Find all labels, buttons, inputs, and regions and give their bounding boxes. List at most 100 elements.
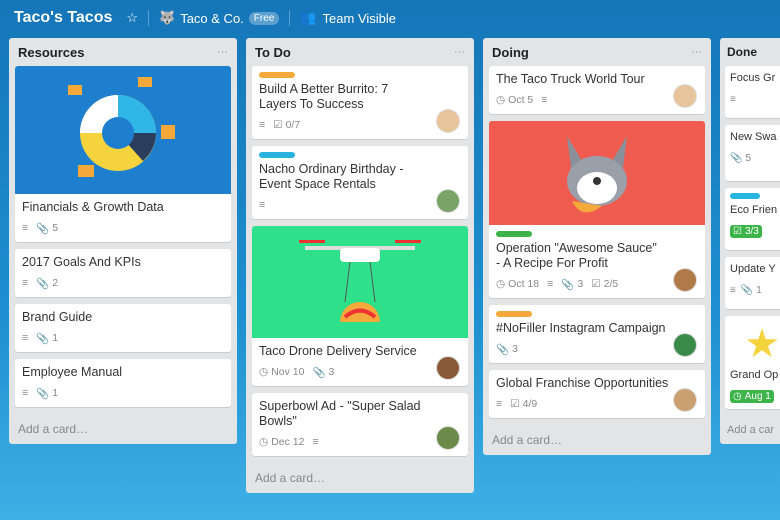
due-date: Nov 10 (271, 366, 305, 378)
attachment-icon: 📎 (496, 343, 510, 356)
card-title: 2017 Goals And KPIs (22, 255, 141, 269)
description-icon: ≡ (22, 222, 29, 234)
card-title: Build A Better Burrito: 7 Layers To Succ… (259, 82, 389, 111)
card-title: Financials & Growth Data (22, 200, 164, 214)
description-icon: ≡ (730, 284, 736, 296)
attachment-icon: 📎 (36, 332, 50, 345)
card-title: Brand Guide (22, 310, 93, 324)
due-date: Dec 12 (271, 436, 305, 448)
list-to-do: To Do ··· Build A Better Burrito: 7 Layer… (246, 38, 474, 493)
attachment-icon: 📎 (740, 284, 754, 296)
attachment-count: 3 (512, 343, 518, 355)
attachment-icon: 📎 (312, 366, 326, 379)
add-card-button[interactable]: Add a card… (252, 463, 468, 485)
card[interactable]: Taco Drone Delivery Service ◷ Nov 10 📎 3 (252, 226, 468, 386)
star-icon[interactable]: ☆ (126, 10, 138, 26)
avatar[interactable] (436, 189, 460, 213)
add-card-button[interactable]: Add a car (725, 416, 780, 436)
label-green (496, 231, 532, 237)
card[interactable]: The Taco Truck World Tour ◷ Oct 5 ≡ (489, 66, 705, 114)
label-orange (259, 72, 295, 78)
plan-badge: Free (248, 11, 280, 25)
card-title: Employee Manual (22, 365, 123, 379)
card[interactable]: Update Y ≡ 📎 1 (725, 257, 780, 309)
card[interactable]: Financials & Growth Data ≡ 📎 5 (15, 66, 231, 242)
card[interactable]: Brand Guide ≡ 📎 1 (15, 304, 231, 352)
clock-icon: ◷ (259, 366, 269, 378)
card[interactable]: #NoFiller Instagram Campaign 📎 3 (489, 305, 705, 363)
label-blue (259, 152, 295, 158)
add-card-button[interactable]: Add a card… (489, 425, 705, 447)
description-icon: ≡ (22, 277, 29, 289)
board-title[interactable]: Taco's Tacos (14, 9, 112, 27)
card[interactable]: Global Franchise Opportunities ≡ ☑ 4/9 (489, 370, 705, 418)
attachment-icon: 📎 (561, 278, 575, 291)
checklist-icon: ☑ (591, 278, 601, 290)
description-icon: ≡ (547, 278, 554, 290)
more-icon[interactable]: ··· (691, 46, 702, 58)
avatar[interactable] (436, 356, 460, 380)
card[interactable]: Focus Gr ≡ (725, 66, 780, 118)
card[interactable]: Operation "Awesome Sauce" - A Recipe For… (489, 121, 705, 298)
divider (289, 10, 291, 26)
avatar[interactable] (436, 109, 460, 133)
description-icon: ≡ (730, 93, 736, 105)
checklist-icon: ☑ (510, 398, 520, 410)
due-date: Oct 5 (508, 94, 534, 106)
card[interactable]: ★ Grand Op ◷ Aug 1 (725, 316, 780, 409)
card[interactable]: Nacho Ordinary Birthday - Event Space Re… (252, 146, 468, 219)
checklist-icon: ☑ (273, 119, 283, 131)
card-title: #NoFiller Instagram Campaign (496, 321, 666, 335)
checklist-count: 2/5 (603, 278, 619, 290)
avatar[interactable] (436, 426, 460, 450)
clock-icon: ◷ (733, 390, 742, 402)
avatar[interactable] (673, 84, 697, 108)
card[interactable]: 2017 Goals And KPIs ≡ 📎 2 (15, 249, 231, 297)
list-title[interactable]: Doing (492, 45, 529, 60)
card[interactable]: Superbowl Ad - "Super Salad Bowls" ◷ Dec … (252, 393, 468, 456)
team-icon: 👥 (300, 10, 317, 25)
card[interactable]: Eco Frien ☑ 3/3 (725, 188, 780, 250)
card[interactable]: New Swa 📎 5 (725, 125, 780, 181)
card-title: Grand Op (730, 369, 779, 381)
list-done: Done Focus Gr ≡ New Swa 📎 5 Eco Frien ☑ 3/… (720, 38, 780, 444)
add-card-button[interactable]: Add a card… (15, 414, 231, 436)
list-title[interactable]: Resources (18, 45, 84, 60)
drone-cover-image (252, 226, 468, 338)
divider (148, 10, 150, 26)
checklist-count: 0/7 (285, 119, 301, 131)
star-cover-image: ★ (744, 322, 780, 366)
card-title: Focus Gr (730, 72, 776, 84)
husky-cover-image (489, 121, 705, 225)
card-title: Taco Drone Delivery Service (259, 344, 417, 358)
attachment-count: 1 (756, 284, 762, 296)
list-title[interactable]: Done (727, 45, 757, 59)
attachment-count: 5 (52, 222, 59, 234)
more-icon[interactable]: ··· (454, 46, 465, 58)
description-icon: ≡ (496, 398, 503, 410)
avatar[interactable] (673, 333, 697, 357)
description-icon: ≡ (22, 387, 29, 399)
clock-icon: ◷ (259, 436, 269, 448)
avatar[interactable] (673, 268, 697, 292)
label-blue (730, 193, 760, 199)
card[interactable]: Build A Better Burrito: 7 Layers To Succ… (252, 66, 468, 139)
attachment-count: 1 (52, 387, 59, 399)
card[interactable]: Employee Manual ≡ 📎 1 (15, 359, 231, 407)
attachment-count: 3 (328, 366, 335, 378)
clock-icon: ◷ (496, 94, 506, 106)
list-resources: Resources ··· Financials & Growth Data ≡ 📎… (9, 38, 237, 444)
board-header: Taco's Tacos ☆ 🐺 Taco & Co. Free 👥 Team … (0, 0, 780, 36)
more-icon[interactable]: ··· (217, 46, 228, 58)
avatar[interactable] (673, 388, 697, 412)
description-icon: ≡ (541, 94, 548, 106)
checklist-count: 3/3 (744, 225, 759, 237)
card-title: Nacho Ordinary Birthday - Event Space Re… (259, 162, 404, 191)
list-title[interactable]: To Do (255, 45, 291, 60)
attachment-count: 3 (577, 278, 584, 290)
card-title: Eco Frien (730, 204, 778, 216)
card-title: Operation "Awesome Sauce" - A Recipe For… (496, 241, 657, 270)
visibility-button[interactable]: Team Visible (323, 11, 396, 26)
description-icon: ≡ (312, 436, 319, 448)
team-name[interactable]: Taco & Co. (180, 11, 244, 26)
